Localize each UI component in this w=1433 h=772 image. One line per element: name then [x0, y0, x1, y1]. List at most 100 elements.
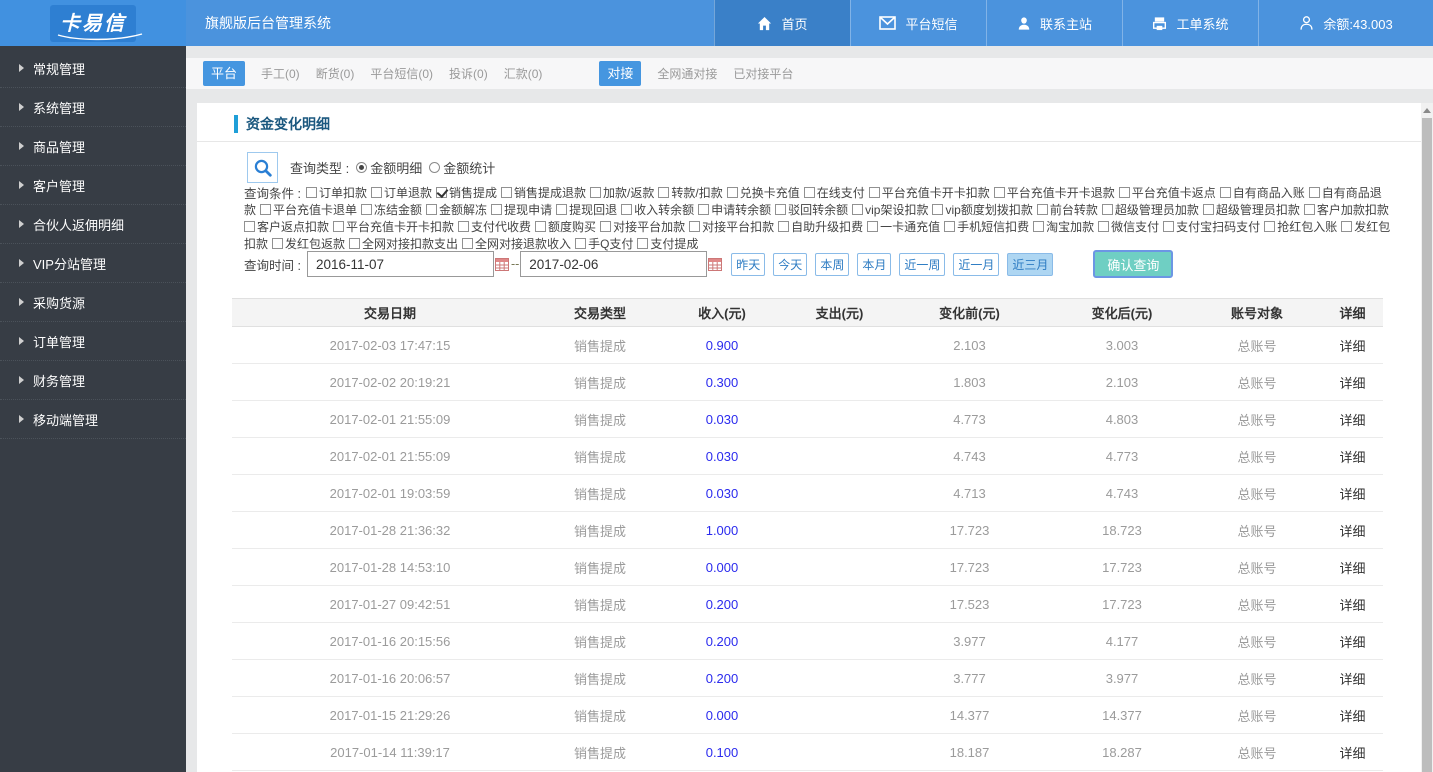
filter-checkbox-item[interactable]: 转款/扣款	[658, 184, 723, 201]
search-icon-box[interactable]	[247, 152, 278, 183]
checkbox-unchecked[interactable]	[932, 204, 944, 215]
checkbox-unchecked[interactable]	[370, 187, 382, 198]
checkbox-unchecked[interactable]	[726, 187, 738, 198]
date-from-input[interactable]	[306, 251, 494, 277]
filter-checkbox-item[interactable]: 手机短信扣费	[944, 218, 1029, 235]
detail-link[interactable]: 详细	[1322, 400, 1383, 438]
checkbox-unchecked[interactable]	[333, 221, 345, 232]
detail-link[interactable]: 详细	[1322, 326, 1383, 364]
filter-checkbox-item[interactable]: 加款/返款	[590, 184, 654, 201]
detail-link[interactable]: 详细	[1322, 363, 1383, 401]
connect-tab-0[interactable]: 全网通对接	[657, 65, 717, 82]
checkbox-unchecked[interactable]	[501, 187, 512, 198]
checkbox-unchecked[interactable]	[600, 221, 612, 232]
nav-item-sms[interactable]: 平台短信	[850, 0, 986, 46]
filter-checkbox-item[interactable]: 平台充值卡开卡扣款	[333, 218, 454, 235]
filter-checkbox-item[interactable]: 冻结金额	[361, 201, 422, 218]
checkbox-unchecked[interactable]	[272, 238, 284, 249]
filter-checkbox-item[interactable]: 超级管理员加款	[1101, 201, 1199, 218]
checkbox-unchecked[interactable]	[868, 187, 880, 198]
platform-tab-0[interactable]: 手工(0)	[261, 65, 300, 82]
detail-link[interactable]: 详细	[1322, 548, 1383, 586]
logo[interactable]: 卡易信	[0, 0, 186, 46]
filter-checkbox-item[interactable]: 对接平台扣款	[689, 218, 774, 235]
connect-tab-1[interactable]: 已对接平台	[733, 65, 793, 82]
filter-checkbox-item[interactable]: 支付代收费	[458, 218, 531, 235]
sidebar-item-6[interactable]: 采购货源	[0, 283, 186, 322]
filter-checkbox-item[interactable]: 兑换卡充值	[726, 184, 800, 201]
checkbox-unchecked[interactable]	[426, 204, 438, 215]
detail-link[interactable]: 详细	[1322, 511, 1383, 549]
filter-checkbox-item[interactable]: 订单退款	[370, 184, 432, 201]
sidebar-item-1[interactable]: 系统管理	[0, 88, 186, 127]
checkbox-unchecked[interactable]	[1303, 204, 1315, 215]
checkbox-unchecked[interactable]	[305, 187, 317, 198]
radio-selected[interactable]	[356, 162, 368, 173]
quick-date-button-2[interactable]: 本周	[815, 252, 850, 276]
sidebar-item-3[interactable]: 客户管理	[0, 166, 186, 205]
sidebar-item-8[interactable]: 财务管理	[0, 361, 186, 400]
filter-checkbox-item[interactable]: 客户返点扣款	[244, 218, 329, 235]
checkbox-unchecked[interactable]	[658, 187, 670, 198]
radio-unselected[interactable]	[429, 162, 441, 173]
scroll-thumb[interactable]	[1422, 118, 1432, 772]
checkbox-unchecked[interactable]	[1101, 204, 1113, 215]
checkbox-unchecked[interactable]	[698, 204, 710, 215]
checkbox-unchecked[interactable]	[993, 187, 1005, 198]
filter-checkbox-item[interactable]: 提现申请	[491, 201, 552, 218]
filter-checkbox-item[interactable]: 自有商品入账	[1219, 184, 1305, 201]
nav-item-user[interactable]: 余额:43.003	[1258, 0, 1433, 46]
checkbox-unchecked[interactable]	[621, 204, 633, 215]
checkbox-unchecked[interactable]	[244, 221, 255, 232]
checkbox-unchecked[interactable]	[491, 204, 503, 215]
confirm-query-button[interactable]: 确认查询	[1093, 250, 1174, 278]
checkbox-unchecked[interactable]	[1098, 221, 1110, 232]
checkbox-unchecked[interactable]	[944, 221, 956, 232]
filter-checkbox-item[interactable]: 支付宝扫码支付	[1163, 218, 1260, 235]
checkbox-unchecked[interactable]	[803, 187, 815, 198]
filter-checkbox-item[interactable]: 申请转余额	[698, 201, 771, 218]
filter-checkbox-item[interactable]: 驳回转余额	[775, 201, 848, 218]
filter-checkbox-item[interactable]: 发红包	[1341, 218, 1390, 235]
filter-checkbox-item[interactable]: 客户加款扣款	[1303, 201, 1389, 218]
checkbox-unchecked[interactable]	[535, 221, 547, 232]
tab-connect[interactable]: 对接	[599, 61, 642, 86]
quick-date-button-0[interactable]: 昨天	[731, 252, 766, 276]
filter-checkbox-item[interactable]: 一卡通充值	[867, 218, 940, 235]
calendar-icon[interactable]	[708, 257, 723, 271]
filter-checkbox-item[interactable]: 平台充值卡退单	[260, 201, 357, 218]
checkbox-unchecked[interactable]	[1202, 204, 1214, 215]
filter-checkbox-item[interactable]: vip架设扣款	[852, 201, 928, 218]
sidebar-item-0[interactable]: 常规管理	[0, 49, 186, 88]
calendar-icon[interactable]	[494, 257, 509, 271]
filter-checkbox-item[interactable]: 平台充值卡开卡退款	[993, 184, 1115, 201]
filter-checkbox-item[interactable]: 金额解冻	[426, 201, 487, 218]
quick-date-button-6[interactable]: 近三月	[1007, 252, 1054, 276]
detail-link[interactable]: 详细	[1322, 622, 1383, 660]
filter-checkbox-item[interactable]: 抢红包入账	[1264, 218, 1337, 235]
filter-checkbox-item[interactable]: 微信支付	[1098, 218, 1159, 235]
checkbox-unchecked[interactable]	[1118, 187, 1130, 198]
checkbox-unchecked[interactable]	[1308, 187, 1320, 198]
date-to-input[interactable]	[520, 251, 708, 277]
nav-item-home[interactable]: 首页	[714, 0, 850, 46]
checkbox-unchecked[interactable]	[590, 187, 602, 198]
checkbox-unchecked[interactable]	[1163, 221, 1175, 232]
checkbox-unchecked[interactable]	[349, 238, 361, 249]
checkbox-unchecked[interactable]	[852, 204, 864, 215]
scroll-up-arrow[interactable]	[1423, 108, 1431, 113]
filter-checkbox-item[interactable]: 前台转款	[1036, 201, 1098, 218]
platform-tab-3[interactable]: 投诉(0)	[449, 65, 488, 82]
checkbox-unchecked[interactable]	[556, 204, 568, 215]
filter-checkbox-item[interactable]: 对接平台加款	[600, 218, 685, 235]
checkbox-unchecked[interactable]	[361, 204, 373, 215]
vertical-scrollbar[interactable]	[1421, 103, 1433, 772]
checkbox-unchecked[interactable]	[1219, 187, 1231, 198]
detail-link[interactable]: 详细	[1322, 437, 1383, 475]
filter-checkbox-item[interactable]: 自有商品退	[1308, 184, 1382, 201]
sidebar-item-5[interactable]: VIP分站管理	[0, 244, 186, 283]
filter-checkbox-item[interactable]: 销售提成	[435, 184, 497, 201]
checkbox-checked[interactable]	[435, 187, 447, 198]
filter-checkbox-item[interactable]: 平台充值卡开卡扣款	[868, 184, 990, 201]
quick-date-button-3[interactable]: 本月	[857, 252, 892, 276]
